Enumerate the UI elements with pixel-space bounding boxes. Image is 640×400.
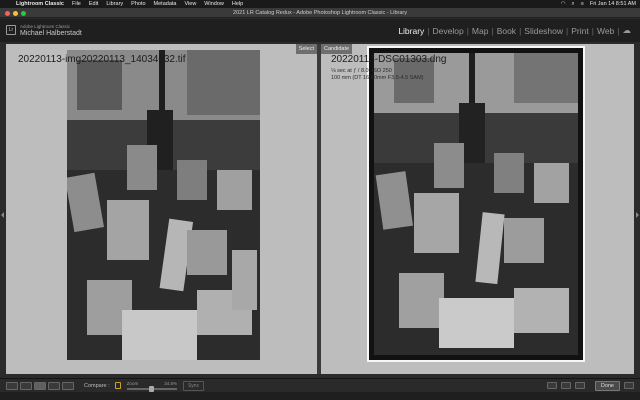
- control-center-icon[interactable]: ≡: [581, 1, 584, 7]
- menu-photo[interactable]: Photo: [131, 1, 145, 7]
- module-web[interactable]: Web: [594, 26, 617, 36]
- module-slideshow[interactable]: Slideshow: [521, 26, 566, 36]
- compare-label: Compare :: [84, 382, 110, 389]
- compare-view-button[interactable]: [34, 381, 46, 390]
- lightroom-window: Lightroom Classic File Edit Library Phot…: [0, 0, 640, 400]
- zoom-slider[interactable]: [126, 386, 177, 392]
- toolbar: Compare : Zoom 34.5% Sync Done: [0, 378, 640, 392]
- toolbar-right: Done: [546, 380, 634, 391]
- toolbar-menu-chevron-icon[interactable]: [624, 382, 634, 389]
- cloud-icon[interactable]: ☁: [620, 25, 635, 36]
- select-filename: 20220113-img20220113_14034632.tif: [18, 54, 186, 65]
- identity-owner: Michael Halberstadt: [20, 30, 82, 37]
- menu-metadata[interactable]: Metadata: [154, 1, 177, 7]
- macos-menu-bar: Lightroom Classic File Edit Library Phot…: [0, 0, 640, 8]
- select-tag: Select: [295, 44, 317, 54]
- sync-button[interactable]: Sync: [182, 380, 205, 391]
- menu-view[interactable]: View: [184, 1, 196, 7]
- candidate-filename: 20220113-DSC01303.dng: [331, 54, 447, 65]
- zoom-control: Zoom 34.5%: [126, 381, 177, 392]
- toolbar-options-button[interactable]: [574, 382, 585, 389]
- compare-select-pane[interactable]: Select 20220113-img20220113_14034632.tif: [6, 44, 317, 374]
- menu-app-name[interactable]: Lightroom Classic: [16, 1, 64, 7]
- left-panel-toggle-icon[interactable]: [1, 212, 4, 218]
- people-view-button[interactable]: [62, 381, 74, 390]
- menu-file[interactable]: File: [72, 1, 81, 7]
- module-library[interactable]: Library: [395, 26, 427, 36]
- select-photo[interactable]: [67, 50, 260, 360]
- menu-clock[interactable]: Fri Jan 14 8:51 AM: [590, 1, 636, 7]
- module-develop[interactable]: Develop: [430, 26, 467, 36]
- candidate-photo[interactable]: [369, 48, 583, 360]
- wifi-icon[interactable]: ◠: [561, 1, 566, 7]
- swap-button[interactable]: [546, 382, 557, 389]
- zoom-value: 34.5%: [164, 381, 177, 386]
- module-map[interactable]: Map: [469, 26, 492, 36]
- candidate-lens-info: 100 mm (DT 16-80mm F3.5-4.5 SAM): [331, 75, 424, 81]
- loupe-view-button[interactable]: [20, 381, 32, 390]
- search-icon[interactable]: ⌕: [572, 1, 575, 8]
- compare-candidate-pane[interactable]: Candidate 20220113-DSC01303.dng ⅛ sec at…: [321, 44, 634, 374]
- menu-library[interactable]: Library: [106, 1, 123, 7]
- identity-plate: Adobe Lightroom Classic Michael Halberst…: [20, 24, 82, 38]
- candidate-photo-image: [374, 53, 578, 355]
- menu-edit[interactable]: Edit: [89, 1, 98, 7]
- candidate-tag: Candidate: [321, 44, 353, 54]
- module-print[interactable]: Print: [568, 26, 591, 36]
- menu-bar-status: ◠ ⌕ ≡ Fri Jan 14 8:51 AM: [561, 1, 636, 8]
- done-button[interactable]: Done: [594, 380, 620, 391]
- candidate-exposure-info: ⅛ sec at ƒ / 8.0, ISO 250: [331, 68, 392, 74]
- survey-view-button[interactable]: [48, 381, 60, 390]
- grid-view-button[interactable]: [6, 381, 18, 390]
- lightroom-logo-icon: Lr: [6, 25, 16, 35]
- module-picker: Library | Develop | Map | Book | Slidesh…: [395, 25, 634, 36]
- zoom-label: Zoom: [126, 381, 139, 386]
- window-title: 2021 LR Catalog Redux - Adobe Photoshop …: [233, 10, 407, 16]
- right-panel-toggle-icon[interactable]: [636, 212, 639, 218]
- menu-window[interactable]: Window: [204, 1, 224, 7]
- lock-icon[interactable]: [114, 382, 121, 389]
- menu-help[interactable]: Help: [232, 1, 243, 7]
- window-title-bar: 2021 LR Catalog Redux - Adobe Photoshop …: [0, 8, 640, 18]
- make-select-button[interactable]: [560, 382, 571, 389]
- module-book[interactable]: Book: [494, 26, 519, 36]
- filmstrip-collapsed[interactable]: [0, 392, 640, 400]
- identity-bar: Lr Adobe Lightroom Classic Michael Halbe…: [0, 19, 640, 42]
- select-photo-image: [67, 50, 260, 360]
